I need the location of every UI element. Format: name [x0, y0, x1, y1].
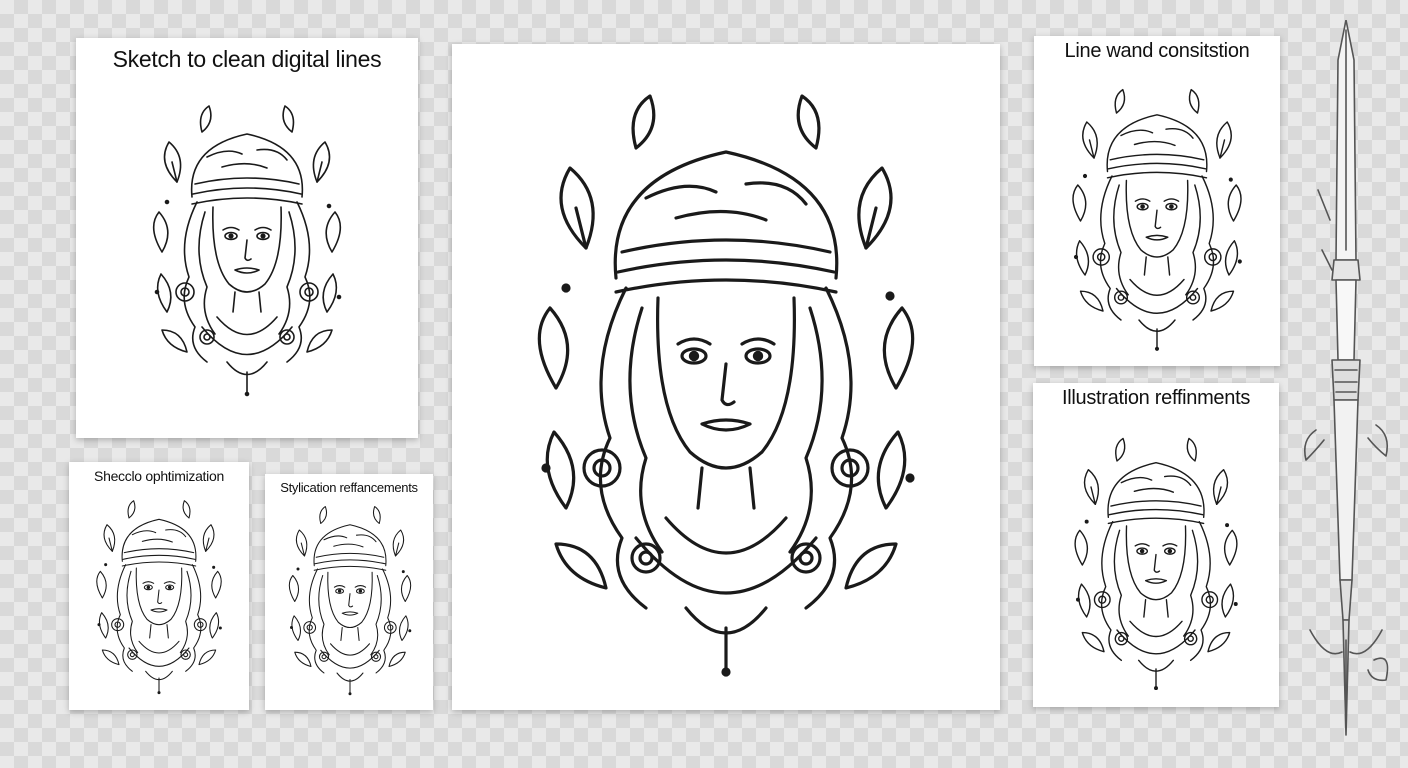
panel-line-consistency[interactable]: Line wand consitstion	[1034, 36, 1280, 366]
panel-sketch-to-clean[interactable]: Sketch to clean digital lines	[76, 38, 418, 438]
woman-portrait-line-art-icon	[89, 498, 229, 698]
panel-title: Line wand consitstion	[1064, 40, 1250, 62]
fountain-pen-icon	[1303, 20, 1389, 736]
panel-illustration-refinements[interactable]: Illustration reffinments	[1033, 383, 1279, 707]
woman-portrait-line-art-icon	[285, 504, 415, 699]
panel-title: Shecclo ophtimization	[94, 468, 224, 484]
woman-portrait-line-art-icon	[516, 88, 936, 688]
panel-title: Stylication reffancements	[280, 480, 418, 495]
panel-stylization[interactable]: Stylication reffancements	[265, 474, 433, 710]
panel-sketch-optimization[interactable]: Shecclo ophtimization	[69, 462, 249, 710]
woman-portrait-line-art-icon	[147, 102, 347, 402]
panel-title: Illustration reffinments	[1061, 387, 1251, 409]
panel-main-artwork[interactable]	[452, 44, 1000, 710]
woman-portrait-line-art-icon	[1067, 86, 1247, 356]
panel-title: Sketch to clean digital lines	[112, 46, 382, 72]
woman-portrait-line-art-icon	[1066, 435, 1246, 695]
